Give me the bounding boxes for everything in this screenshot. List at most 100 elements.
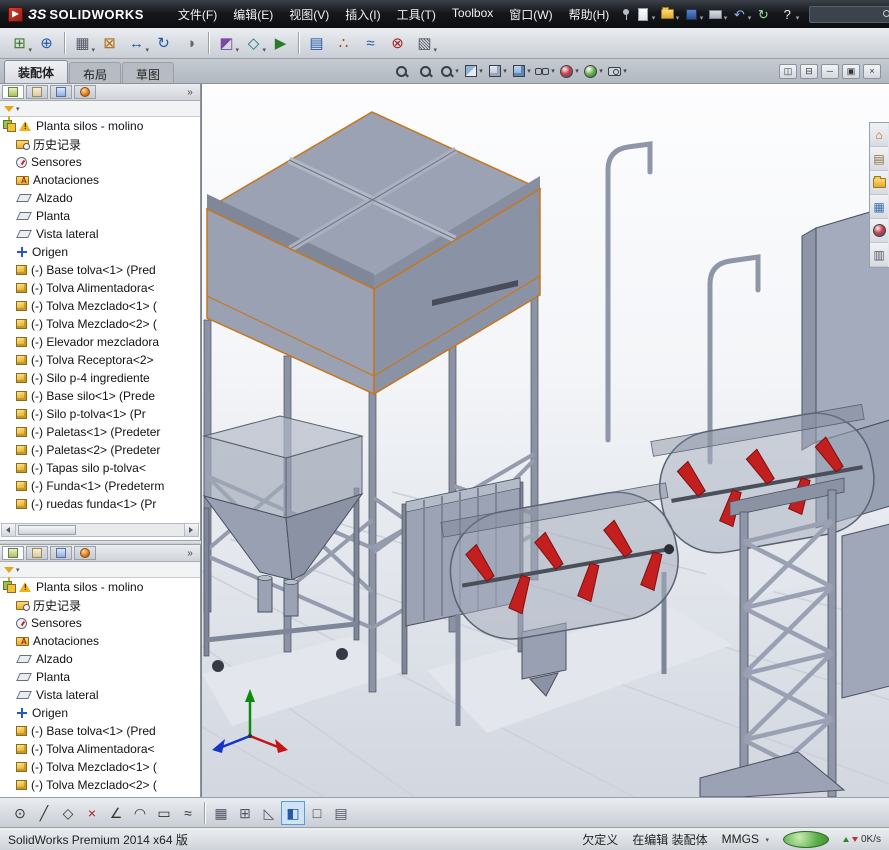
scroll-right-button[interactable] [184, 524, 198, 536]
scrollbar-thumb[interactable] [18, 525, 76, 535]
previous-view-button[interactable] [438, 61, 460, 81]
tab-assembly[interactable]: 装配体 [4, 60, 68, 83]
tab-layout[interactable]: 布局 [69, 62, 121, 83]
tree-item[interactable]: (-) ruedas funda<1> (Pr [0, 495, 200, 513]
window-pane-button-1[interactable]: ◫ [779, 64, 797, 79]
zoom-to-area-button[interactable] [414, 61, 436, 81]
search-box[interactable]: ▾ [809, 6, 889, 23]
tree-item[interactable]: 历史记录 [0, 596, 200, 614]
mate-button[interactable]: ⊕ [33, 30, 60, 57]
tree-item[interactable]: (-) Tolva Mezclado<1> ( [0, 758, 200, 776]
custom-properties-button[interactable]: ▥ [870, 243, 888, 267]
doc-restore-button[interactable]: ▣ [842, 64, 860, 79]
tree-item[interactable]: (-) Tolva Mezclado<1> ( [0, 297, 200, 315]
tree-root[interactable]: Planta silos - molino [0, 578, 200, 596]
tree-item[interactable]: (-) Base tolva<1> (Pred [0, 722, 200, 740]
menu-help[interactable]: 帮助(H) [561, 2, 618, 27]
section-view-button[interactable] [462, 61, 484, 81]
angle-snap-button[interactable]: ◺ [257, 801, 281, 825]
tree-item[interactable]: Origen [0, 243, 200, 261]
tree-item[interactable]: (-) Tolva Alimentadora< [0, 740, 200, 758]
tree-item[interactable]: (-) Base silo<1> (Prede [0, 387, 200, 405]
erase-tool-button[interactable]: × [80, 801, 104, 825]
tree-item[interactable]: Anotaciones [0, 171, 200, 189]
exploded-view-button[interactable]: ∴ [330, 30, 357, 57]
panel-overflow-button[interactable]: » [182, 85, 198, 99]
hide-show-items-button[interactable] [534, 61, 556, 81]
configurationmanager-tab[interactable] [50, 546, 72, 560]
interference-detection-button[interactable]: ⊗ [384, 30, 411, 57]
tree-item[interactable]: Alzado [0, 189, 200, 207]
circle-tool-button[interactable]: ⊙ [8, 801, 32, 825]
tree-item[interactable]: (-) Tolva Mezclado<2> ( [0, 315, 200, 333]
print-button[interactable] [703, 3, 727, 25]
new-motion-study-button[interactable]: ▶ [267, 30, 294, 57]
spline-tool-button[interactable]: ≈ [176, 801, 200, 825]
displaymanager-tab[interactable] [74, 85, 96, 99]
tree-item[interactable]: Planta [0, 207, 200, 225]
move-component-button[interactable]: ↔ [123, 30, 150, 57]
view-orientation-button[interactable] [486, 61, 508, 81]
tree-item[interactable]: 历史记录 [0, 135, 200, 153]
grid-settings-button[interactable]: ⊞ [233, 801, 257, 825]
tree-filter-bar[interactable]: ▾ [0, 562, 200, 578]
menu-edit[interactable]: 编辑(E) [225, 2, 281, 27]
tree-item[interactable]: Planta [0, 668, 200, 686]
tree-item[interactable]: (-) Silo p-4 ingrediente [0, 369, 200, 387]
menu-file[interactable]: 文件(F) [170, 2, 225, 27]
featuremanager-tab[interactable] [2, 85, 24, 99]
smart-fasteners-button[interactable]: ⊠ [96, 30, 123, 57]
pushpin-icon[interactable] [621, 8, 631, 20]
scroll-left-button[interactable] [2, 524, 16, 536]
tree-root[interactable]: Planta silos - molino [0, 117, 200, 135]
new-document-button[interactable] [631, 3, 655, 25]
doc-close-button[interactable]: × [863, 64, 881, 79]
tree-item[interactable]: (-) Funda<1> (Predeterm [0, 477, 200, 495]
menu-toolbox[interactable]: Toolbox [444, 2, 501, 27]
rebuild-button[interactable]: ↻ [751, 3, 775, 25]
polygon-tool-button[interactable]: ◇ [56, 801, 80, 825]
explode-line-sketch-button[interactable]: ≈ [357, 30, 384, 57]
tree-item[interactable]: Sensores [0, 614, 200, 632]
doc-minimize-button[interactable]: ─ [821, 64, 839, 79]
3d-model-canvas[interactable] [202, 84, 889, 797]
tree-item[interactable]: (-) Base tolva<1> (Pred [0, 261, 200, 279]
bill-of-materials-button[interactable]: ▤ [303, 30, 330, 57]
filter-dropdown-icon[interactable]: ▾ [16, 566, 20, 574]
file-explorer-button[interactable] [870, 171, 888, 195]
tree-item[interactable]: (-) Elevador mezcladora [0, 333, 200, 351]
undo-button[interactable]: ↶ [727, 3, 751, 25]
grid-snap-button[interactable]: ▦ [209, 801, 233, 825]
tree-item[interactable]: Vista lateral [0, 225, 200, 243]
view-settings-button[interactable] [606, 61, 628, 81]
tree-item[interactable]: (-) Tolva Receptora<2> [0, 351, 200, 369]
appearances-button[interactable] [870, 219, 888, 243]
arc-tool-button[interactable]: ◠ [128, 801, 152, 825]
shaded-with-edges-button[interactable]: ◧ [281, 801, 305, 825]
tree-item[interactable]: (-) Tolva Mezclado<2> ( [0, 776, 200, 794]
tree-item[interactable]: Origen [0, 704, 200, 722]
menu-insert[interactable]: 插入(I) [337, 2, 388, 27]
tree-item[interactable]: Vista lateral [0, 686, 200, 704]
propertymanager-tab[interactable] [26, 85, 48, 99]
display-settings-button[interactable]: ▤ [329, 801, 353, 825]
display-style-button[interactable] [510, 61, 532, 81]
tree-item[interactable]: (-) Tolva Alimentadora< [0, 279, 200, 297]
view-palette-button[interactable]: ▦ [870, 195, 888, 219]
tree-item[interactable]: Anotaciones [0, 632, 200, 650]
units-selector[interactable]: MMGS [722, 832, 769, 846]
reference-geometry-button[interactable]: ◇ [240, 30, 267, 57]
menu-window[interactable]: 窗口(W) [501, 2, 560, 27]
tree-item[interactable]: (-) Paletas<2> (Predeter [0, 441, 200, 459]
featuremanager-tab[interactable] [2, 546, 24, 560]
help-button[interactable]: ? [775, 3, 799, 25]
linear-component-pattern-button[interactable]: ▦ [69, 30, 96, 57]
show-hidden-components-button[interactable]: ◑ [177, 30, 204, 57]
line-tool-button[interactable]: ╱ [32, 801, 56, 825]
graphics-area[interactable] [201, 84, 889, 797]
trim-tool-button[interactable]: ∠ [104, 801, 128, 825]
menu-tools[interactable]: 工具(T) [389, 2, 444, 27]
filter-dropdown-icon[interactable]: ▾ [16, 105, 20, 113]
wireframe-button[interactable]: □ [305, 801, 329, 825]
zoom-to-fit-button[interactable] [390, 61, 412, 81]
